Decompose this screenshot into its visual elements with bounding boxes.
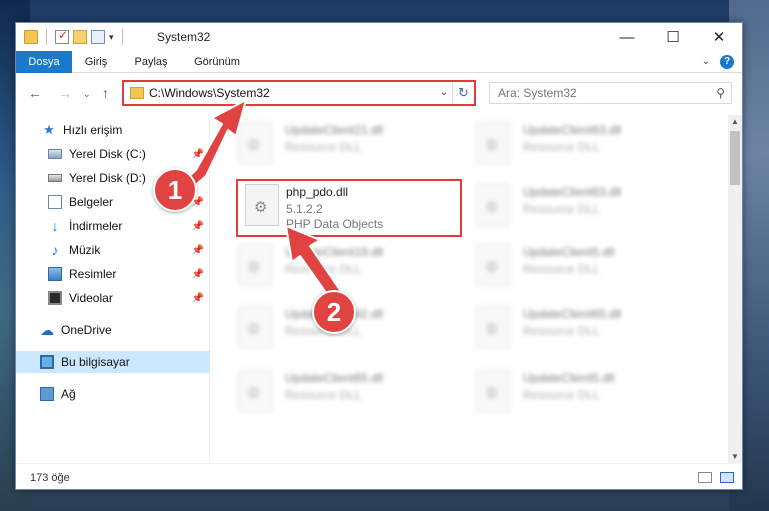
close-button[interactable]: ✕: [696, 23, 742, 51]
file-item[interactable]: UpdateClient5.dll Resource DLL: [454, 363, 674, 419]
file-item[interactable]: UpdateClient63.dll Resource DLL: [454, 115, 674, 171]
maximize-button[interactable]: ☐: [650, 23, 696, 51]
recent-locations-icon[interactable]: ⌄: [83, 89, 91, 100]
music-icon: ♪: [51, 242, 59, 258]
item-count: 173 öğe: [30, 472, 70, 484]
sidebar-item-local-disk-c[interactable]: Yerel Disk (C:) 📌: [16, 143, 210, 165]
tab-view[interactable]: Görünüm: [187, 51, 247, 73]
file-item[interactable]: UpdateClient65.dll Resource DLL: [216, 363, 436, 419]
tab-share[interactable]: Paylaş: [129, 51, 173, 73]
sidebar-item-music[interactable]: ♪ Müzik 📌: [16, 239, 210, 261]
pin-icon: 📌: [191, 268, 204, 280]
pin-icon: 📌: [191, 244, 204, 256]
search-placeholder[interactable]: Ara: System32: [498, 86, 577, 100]
tiles-view-icon[interactable]: [720, 472, 734, 483]
file-item[interactable]: UpdateClient21.dll Resource DLL: [216, 115, 436, 171]
star-icon: ★: [43, 122, 55, 137]
sidebar-item-pictures[interactable]: Resimler 📌: [16, 263, 210, 285]
refresh-icon[interactable]: ↻: [452, 82, 474, 104]
sidebar-item-quick-access[interactable]: ★ Hızlı erişim: [16, 119, 210, 141]
tab-file[interactable]: Dosya: [16, 51, 72, 73]
search-icon[interactable]: ⚲: [716, 86, 725, 100]
status-bar: 173 öğe: [16, 463, 742, 489]
sidebar-item-downloads[interactable]: ↓ İndirmeler 📌: [16, 215, 210, 237]
file-list: UpdateClient21.dll Resource DLL UpdateCl…: [216, 115, 726, 463]
download-icon: ↓: [51, 218, 59, 234]
step-2-callout: 2: [312, 290, 356, 334]
dll-file-icon: [476, 244, 510, 286]
pin-icon: 📌: [191, 148, 204, 160]
scroll-up-icon[interactable]: ▲: [731, 117, 739, 126]
video-icon: [48, 291, 62, 305]
folder-icon: [130, 87, 144, 99]
ribbon-tabs: Dosya Giriş Paylaş Görünüm ⌄ ?: [16, 51, 742, 73]
sidebar-item-this-pc[interactable]: Bu bilgisayar: [16, 351, 210, 373]
title-bar: ▾ System32 — ☐ ✕: [16, 23, 742, 51]
quick-access-toolbar: ▾: [24, 28, 127, 45]
address-path[interactable]: C:\Windows\System32: [149, 86, 270, 100]
minimize-button[interactable]: —: [604, 23, 650, 51]
step-1-callout: 1: [153, 168, 197, 212]
dll-file-icon: [238, 122, 272, 164]
window-title: System32: [157, 30, 211, 44]
disk-icon: [48, 149, 62, 159]
file-item[interactable]: UpdateClient63.dll Resource DLL: [454, 177, 674, 233]
navigation-pane: ★ Hızlı erişim Yerel Disk (C:) 📌 Yerel D…: [16, 115, 210, 463]
document-icon: [48, 195, 62, 209]
file-name: php_pdo.dll: [286, 185, 349, 199]
file-explorer-window: ▾ System32 — ☐ ✕ Dosya Giriş Paylaş Görü…: [15, 22, 743, 490]
file-item-php-pdo[interactable]: php_pdo.dll 5.1.2.2 PHP Data Objects: [236, 179, 462, 237]
expand-ribbon-icon[interactable]: ⌄: [702, 56, 710, 67]
search-box[interactable]: Ara: System32 ⚲: [489, 82, 732, 104]
cloud-icon: ☁: [40, 322, 54, 338]
dll-file-icon: [238, 244, 272, 286]
dll-file-icon: [476, 184, 510, 226]
dll-file-icon: [238, 306, 272, 348]
properties-icon[interactable]: [91, 30, 105, 44]
dll-file-icon: [238, 370, 272, 412]
pin-icon: 📌: [191, 220, 204, 232]
file-item[interactable]: UpdateClient5.dll Resource DLL: [454, 237, 674, 293]
address-dropdown-icon[interactable]: ⌄: [440, 87, 448, 98]
properties-check-icon[interactable]: [55, 28, 69, 44]
address-bar[interactable]: C:\Windows\System32 ⌄ ↻: [122, 80, 476, 106]
network-icon: [40, 387, 54, 401]
help-icon[interactable]: ?: [720, 55, 734, 69]
vertical-scrollbar[interactable]: ▲ ▼: [728, 115, 742, 463]
dll-file-icon: [245, 184, 279, 226]
scroll-down-icon[interactable]: ▼: [731, 452, 739, 461]
tab-home[interactable]: Giriş: [76, 51, 116, 73]
folder-icon: [24, 30, 38, 44]
details-view-icon[interactable]: [698, 472, 712, 483]
navigation-bar: ← → ⌄ ↑ C:\Windows\System32 ⌄ ↻ Ara: Sys…: [16, 73, 742, 115]
up-arrow-icon[interactable]: ↑: [102, 85, 109, 101]
sidebar-item-onedrive[interactable]: ☁ OneDrive: [16, 319, 210, 341]
back-arrow-icon[interactable]: ←: [28, 85, 42, 101]
disk-icon: [48, 174, 62, 182]
file-description: PHP Data Objects: [286, 217, 384, 231]
pin-icon: 📌: [191, 292, 204, 304]
sidebar-item-videos[interactable]: Videolar 📌: [16, 287, 210, 309]
file-item[interactable]: UpdateClient65.dll Resource DLL: [454, 299, 674, 355]
new-folder-icon[interactable]: [73, 30, 87, 44]
dll-file-icon: [476, 122, 510, 164]
forward-arrow-icon[interactable]: →: [58, 85, 72, 101]
dll-file-icon: [476, 370, 510, 412]
picture-icon: [48, 267, 62, 281]
sidebar-item-network[interactable]: Ağ: [16, 383, 210, 405]
customize-toolbar-icon[interactable]: ▾: [109, 32, 114, 43]
scrollbar-thumb[interactable]: [730, 131, 740, 185]
computer-icon: [40, 355, 54, 369]
file-item[interactable]: UpdateClient19.dll Resource DLL: [216, 237, 436, 293]
dll-file-icon: [476, 306, 510, 348]
file-version: 5.1.2.2: [286, 202, 323, 216]
